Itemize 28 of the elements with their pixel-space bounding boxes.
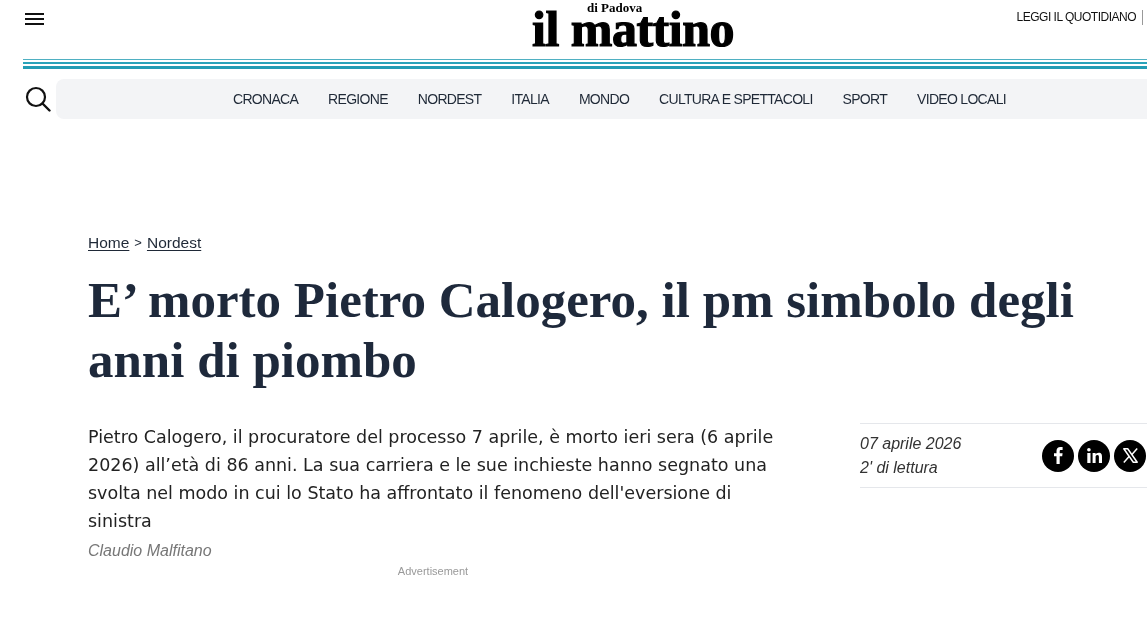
article-author: Claudio Malfitano — [88, 541, 213, 561]
nav-link[interactable]: VIDEO LOCALI — [917, 89, 1006, 109]
nav-link[interactable]: SPORT — [842, 89, 888, 109]
publish-date: 07 aprile 2026 — [860, 433, 962, 454]
search-icon — [25, 86, 51, 112]
nav-link[interactable]: CULTURA E SPETTACOLI — [659, 89, 813, 109]
share-button[interactable] — [1042, 439, 1074, 472]
share-button[interactable] — [1114, 439, 1146, 472]
nav-link[interactable]: REGIONE — [328, 89, 388, 109]
nav-link[interactable]: CRONACA — [233, 89, 299, 109]
nav-link[interactable]: MONDO — [578, 89, 630, 109]
share-button[interactable] — [1078, 439, 1110, 472]
advertisement-label: Advertisement — [396, 564, 470, 578]
breadcrumb-link[interactable]: Home — [88, 233, 130, 253]
article-title: E’ morto Pietro Calogero, il pm simbolo degli anni di piombo — [88, 271, 1075, 390]
nav-link[interactable]: NORDEST — [417, 89, 482, 109]
letter-f-icon — [1053, 447, 1063, 464]
search-button[interactable] — [25, 86, 51, 112]
menu-button[interactable] — [24, 12, 45, 26]
breadcrumb-link[interactable]: Nordest — [146, 233, 202, 253]
nav-link[interactable]: ITALIA — [511, 89, 549, 109]
letter-x-icon — [1122, 448, 1138, 463]
article-summary: Pietro Calogero, il procuratore del processo 7 aprile, è morto ieri sera (6 aprile 2026) all’età di 86 anni. La sua carriera e le sue inchieste hanno segnato una svolta nel modo in cui lo Stato ha affrontato il fenomeno dell'eversione di sinistra — [88, 426, 775, 533]
breadcrumb-separator: > — [134, 234, 142, 252]
reading-time: 2' di lettura — [860, 457, 939, 478]
read-newspaper-link[interactable]: LEGGI IL QUOTIDIANO — [1016, 10, 1143, 25]
menu-icon — [24, 12, 45, 26]
letters-in-icon — [1086, 448, 1102, 463]
